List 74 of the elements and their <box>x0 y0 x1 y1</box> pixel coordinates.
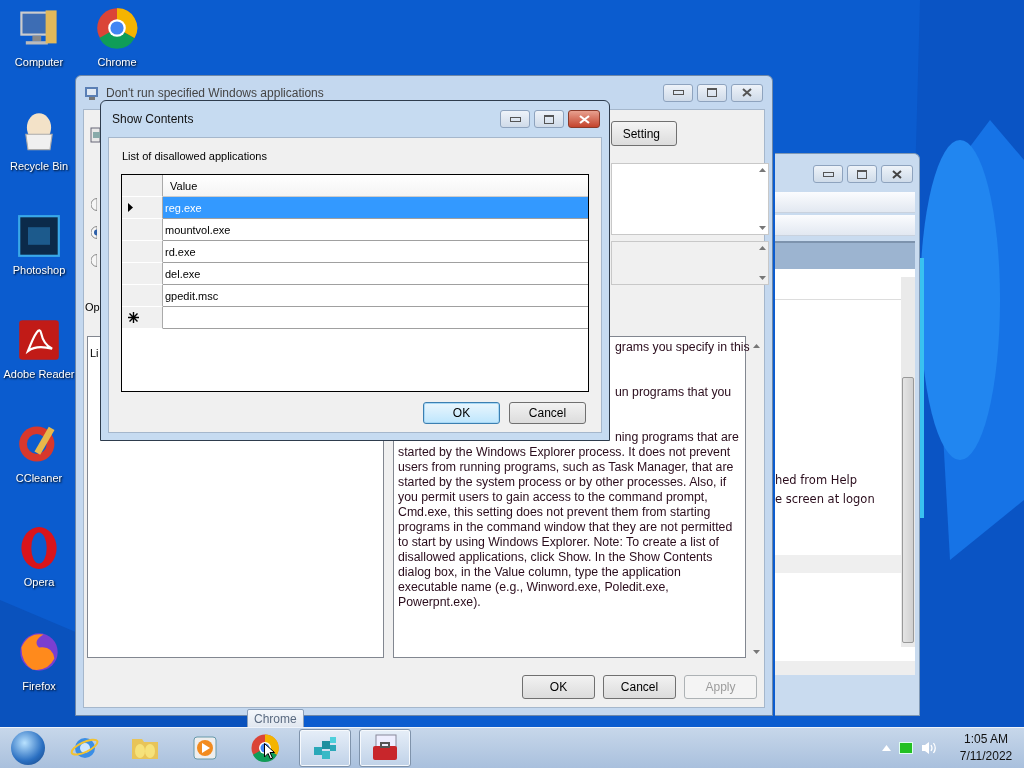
minimize-button[interactable] <box>663 83 693 102</box>
close-button[interactable] <box>731 83 763 102</box>
setting-button[interactable]: Setting <box>611 121 677 146</box>
color-wheel-icon <box>95 6 139 50</box>
app-tile-icon <box>17 214 61 258</box>
shortcut-label: Computer <box>14 56 64 68</box>
dialog-button[interactable]: OK <box>522 675 595 699</box>
close-button[interactable] <box>881 165 913 183</box>
description-text: e screen at logon <box>775 492 876 507</box>
minimize-button[interactable] <box>813 165 843 183</box>
scrollbar[interactable] <box>901 277 915 647</box>
help-text: un programs that you <box>615 385 732 400</box>
shortcut-label: Photoshop <box>12 264 66 276</box>
shortcut-label: Adobe Reader <box>3 368 75 380</box>
shortcut-label: CCleaner <box>15 472 63 484</box>
comment-field[interactable] <box>611 163 769 235</box>
window-title: Don't run specified Windows applications <box>106 85 324 100</box>
taskbar-button[interactable] <box>359 729 411 767</box>
table-cell[interactable]: del.exe <box>163 263 588 285</box>
dialog-button[interactable]: OK <box>423 402 500 424</box>
globe-icon <box>17 630 61 674</box>
scroll-up-icon[interactable] <box>759 168 766 172</box>
desktop-shortcut[interactable]: Firefox <box>0 630 78 710</box>
document-swirl-icon <box>17 318 61 362</box>
new-row-icon <box>128 312 139 323</box>
toolbox-icon <box>370 733 400 763</box>
desktop-shortcut[interactable]: CCleaner <box>0 422 78 502</box>
help-text: ning programs that are <box>615 430 739 445</box>
help-text: started by the Windows Explorer process. It does not prevent users from running programs, such as Task Manager, that are started by the system process or by other processes. Also, if you permit users to gain access to the command prompt, Cmd.exe, this setting does not prevent them from starting programs in the command window that they are not permitted to start by using Windows Explorer. Note: To create a list of disallowed applications, click Show. In the Show Contents dialog box, in the Value column, type the application executable name (e.g., Winword.exe, Poledit.exe, Powerpnt.exe). <box>398 445 735 610</box>
radio-button[interactable] <box>91 226 97 239</box>
maximize-button[interactable] <box>697 83 727 102</box>
shortcut-label: Recycle Bin <box>9 160 69 172</box>
dialog-button[interactable]: Cancel <box>603 675 676 699</box>
close-icon <box>742 88 752 97</box>
desktop-shortcut[interactable]: Adobe Reader <box>0 318 78 398</box>
desktop-shortcut[interactable]: Computer <box>0 6 78 86</box>
radio-button[interactable] <box>91 198 97 211</box>
row-header[interactable] <box>122 197 163 219</box>
row-header <box>122 175 163 197</box>
desktop-shortcut[interactable]: Opera <box>0 526 78 606</box>
scroll-down-icon[interactable] <box>759 226 766 230</box>
shortcut-label: Opera <box>23 576 55 588</box>
dialog-button[interactable]: Cancel <box>509 402 586 424</box>
scroll-down-icon[interactable] <box>759 276 766 280</box>
row-header[interactable] <box>122 307 163 329</box>
table-cell[interactable]: gpedit.msc <box>163 285 588 307</box>
close-icon <box>578 114 590 124</box>
clock[interactable]: 1:05 AM 7/11/2022 <box>956 731 1016 765</box>
tooltip: Chrome <box>247 709 304 729</box>
scrollbar[interactable] <box>775 661 915 675</box>
section-label: Op <box>85 301 100 313</box>
option-text: Li <box>90 347 99 359</box>
scroll-up-icon[interactable] <box>753 344 760 348</box>
maximize-button[interactable] <box>534 110 564 128</box>
taskbar-button[interactable] <box>299 729 351 767</box>
minimize-button[interactable] <box>500 110 530 128</box>
desktop-shortcut[interactable]: Recycle Bin <box>0 110 78 190</box>
shortcut-label: Chrome <box>97 56 137 68</box>
shortcut-label: Firefox <box>22 680 56 692</box>
desktop-shortcut[interactable]: Photoshop <box>0 214 78 294</box>
window-title: Show Contents <box>112 112 194 126</box>
table-cell[interactable]: rd.exe <box>163 241 588 263</box>
close-icon <box>892 169 902 179</box>
pointer-icon <box>264 743 275 760</box>
list-label: List of disallowed applications <box>122 150 268 162</box>
play-icon <box>190 733 220 763</box>
scroll-down-icon[interactable] <box>753 650 760 654</box>
close-button[interactable] <box>568 110 600 128</box>
help-text: grams you specify in this <box>615 340 750 355</box>
table-cell[interactable]: mountvol.exe <box>163 219 588 241</box>
scroll-up-icon[interactable] <box>759 246 766 250</box>
maximize-button[interactable] <box>847 165 877 183</box>
radio-button[interactable] <box>91 254 97 267</box>
description-text: hed from Help <box>775 473 858 488</box>
